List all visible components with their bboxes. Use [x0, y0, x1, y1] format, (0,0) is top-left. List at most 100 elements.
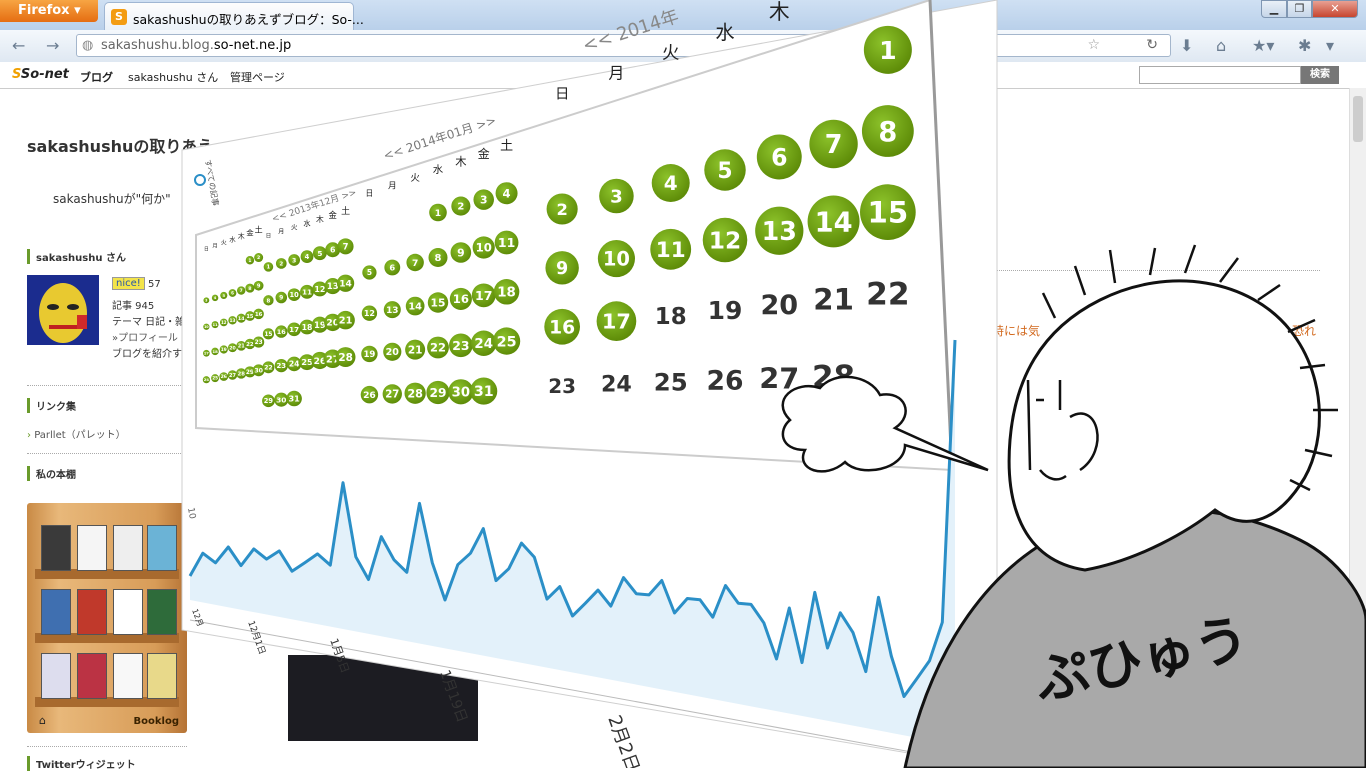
dec-2013-day-label[interactable]: 25 [301, 357, 313, 367]
jan-2014-day-label[interactable]: 26 [363, 391, 376, 401]
feb-2014-day-label[interactable]: 14 [815, 207, 853, 238]
dec-2013-day-label[interactable]: 11 [302, 287, 312, 296]
nov-2013-day-label[interactable]: 1 [248, 258, 251, 264]
jan-2014-day-label[interactable]: 31 [474, 384, 494, 400]
dec-2013-day-label[interactable]: 28 [338, 352, 352, 364]
dec-2013-day-label[interactable]: 21 [339, 316, 353, 327]
jan-2014-day-label[interactable]: 20 [386, 347, 400, 358]
feb-2014-day-label[interactable]: 5 [717, 159, 732, 184]
nov-2013-day-label[interactable]: 14 [238, 316, 245, 322]
feb-2014-day-label[interactable]: 12 [709, 226, 742, 254]
feb-2014-day-label[interactable]: 23 [548, 374, 576, 398]
dec-2013-day-label[interactable]: 30 [276, 395, 286, 404]
jan-2014-day-label[interactable]: 2 [457, 202, 464, 213]
nov-2013-day-label[interactable]: 9 [257, 284, 261, 290]
nov-2013-day-label[interactable]: 6 [231, 290, 234, 295]
jan-2014-day-label[interactable]: 8 [435, 253, 442, 264]
jan-2014-day-label[interactable]: 18 [497, 286, 516, 301]
jan-2014-day-label[interactable]: 3 [480, 194, 488, 207]
feb-2014-day-label[interactable]: 8 [878, 117, 897, 148]
feb-2014-day-label[interactable]: 17 [602, 310, 631, 334]
nov-2013-day-label[interactable]: 13 [229, 318, 235, 324]
nov-2013-day-label[interactable]: 3 [205, 298, 207, 302]
feb-2014-day-label[interactable]: 18 [655, 304, 687, 330]
feb-2014-day-label[interactable]: 24 [601, 372, 632, 398]
jan-2014-day-label[interactable]: 21 [408, 344, 423, 356]
nov-2013-day-label[interactable]: 11 [213, 323, 219, 327]
nov-2013-day-label[interactable]: 17 [204, 352, 209, 356]
nov-2013-day-label[interactable]: 7 [240, 288, 243, 294]
nov-2013-day-label[interactable]: 15 [246, 314, 254, 320]
dec-2013-day-label[interactable]: 15 [264, 332, 272, 338]
jan-2014-day-label[interactable]: 28 [407, 387, 423, 400]
dec-2013-day-label[interactable]: 14 [339, 280, 352, 290]
nov-2013-day-label[interactable]: 23 [255, 340, 263, 346]
dec-2013-day-label[interactable]: 24 [289, 360, 300, 369]
nov-2013-day-label[interactable]: 12 [221, 320, 227, 325]
dec-2013-day-label[interactable]: 7 [343, 241, 349, 251]
nov-2013-day-label[interactable]: 21 [238, 344, 246, 350]
nov-2013-day-label[interactable]: 30 [254, 368, 263, 375]
dec-2013-day-label[interactable]: 16 [277, 328, 287, 336]
jan-2014-day-label[interactable]: 23 [452, 338, 469, 353]
dec-2013-day-label[interactable]: 9 [279, 295, 283, 302]
dec-2013-day-label[interactable]: 3 [292, 257, 296, 264]
jan-2014-day-label[interactable]: 4 [503, 186, 511, 200]
nov-2013-day-label[interactable]: 22 [246, 342, 254, 348]
jan-2014-day-label[interactable]: 29 [430, 386, 447, 400]
jan-2014-day-label[interactable]: 1 [435, 208, 441, 219]
dec-2013-day-label[interactable]: 1 [267, 265, 271, 271]
jan-2014-day-label[interactable]: 17 [475, 288, 492, 303]
nov-2013-day-label[interactable]: 24 [204, 378, 210, 382]
nov-2013-day-label[interactable]: 16 [255, 312, 263, 318]
jan-2014-day-label[interactable]: 27 [385, 390, 399, 401]
dec-2013-day-label[interactable]: 4 [305, 253, 310, 261]
dec-2013-day-label[interactable]: 6 [330, 246, 336, 255]
nov-2013-day-label[interactable]: 5 [222, 294, 225, 298]
nov-2013-day-label[interactable]: 2 [257, 255, 260, 261]
feb-2014-day-label[interactable]: 7 [825, 129, 843, 159]
jan-2014-day-label[interactable]: 5 [367, 268, 372, 277]
nov-2013-day-label[interactable]: 10 [204, 325, 209, 329]
dec-2013-day-label[interactable]: 22 [264, 365, 273, 372]
jan-2014-day-label[interactable]: 19 [363, 350, 375, 360]
feb-2014-day-label[interactable]: 19 [708, 296, 743, 325]
feb-2014-day-label[interactable]: 4 [664, 171, 678, 195]
nov-2013-day-label[interactable]: 25 [212, 376, 218, 381]
feb-2014-day-label[interactable]: 11 [656, 238, 686, 263]
feb-2014-day-label[interactable]: 16 [549, 317, 575, 338]
jan-2014-day-label[interactable]: 10 [476, 241, 492, 255]
jan-2014-day-label[interactable]: 15 [431, 296, 446, 309]
nov-2013-day-label[interactable]: 28 [237, 371, 245, 377]
jan-2014-day-label[interactable]: 9 [457, 246, 465, 259]
jan-2014-day-label[interactable]: 6 [389, 263, 395, 273]
feb-2014-day-label[interactable]: 20 [760, 290, 798, 321]
nov-2013-day-label[interactable]: 18 [212, 349, 218, 354]
jan-2014-day-label[interactable]: 24 [474, 337, 493, 352]
feb-2014-day-label[interactable]: 26 [706, 366, 743, 397]
dec-2013-day-label[interactable]: 19 [314, 320, 326, 330]
dec-2013-day-label[interactable]: 17 [289, 325, 299, 334]
jan-2014-day-label[interactable]: 13 [386, 306, 398, 316]
dec-2013-day-label[interactable]: 8 [267, 298, 271, 304]
feb-2014-day-label[interactable]: 9 [556, 259, 568, 279]
jan-2014-day-label[interactable]: 11 [498, 235, 515, 250]
jan-2014-day-label[interactable]: 30 [452, 386, 470, 401]
feb-2014-day-label[interactable]: 1 [879, 36, 897, 65]
dec-2013-day-label[interactable]: 2 [279, 261, 283, 267]
jan-2014-day-label[interactable]: 22 [430, 341, 446, 355]
dec-2013-day-label[interactable]: 29 [264, 397, 274, 405]
nov-2013-day-label[interactable]: 19 [221, 347, 227, 353]
nov-2013-day-label[interactable]: 26 [221, 374, 227, 380]
dec-2013-day-label[interactable]: 13 [327, 281, 339, 291]
dec-2013-day-label[interactable]: 5 [317, 249, 322, 258]
dec-2013-day-label[interactable]: 10 [290, 291, 300, 299]
jan-2014-day-label[interactable]: 12 [364, 309, 375, 318]
feb-2014-day-label[interactable]: 22 [866, 277, 909, 313]
feb-2014-day-label[interactable]: 15 [868, 196, 909, 230]
feb-2014-day-label[interactable]: 3 [610, 187, 623, 208]
dec-2013-day-label[interactable]: 12 [314, 285, 325, 294]
jan-2014-day-label[interactable]: 14 [408, 302, 422, 313]
jan-2014-day-label[interactable]: 16 [453, 292, 469, 306]
nov-2013-day-label[interactable]: 27 [229, 373, 236, 379]
